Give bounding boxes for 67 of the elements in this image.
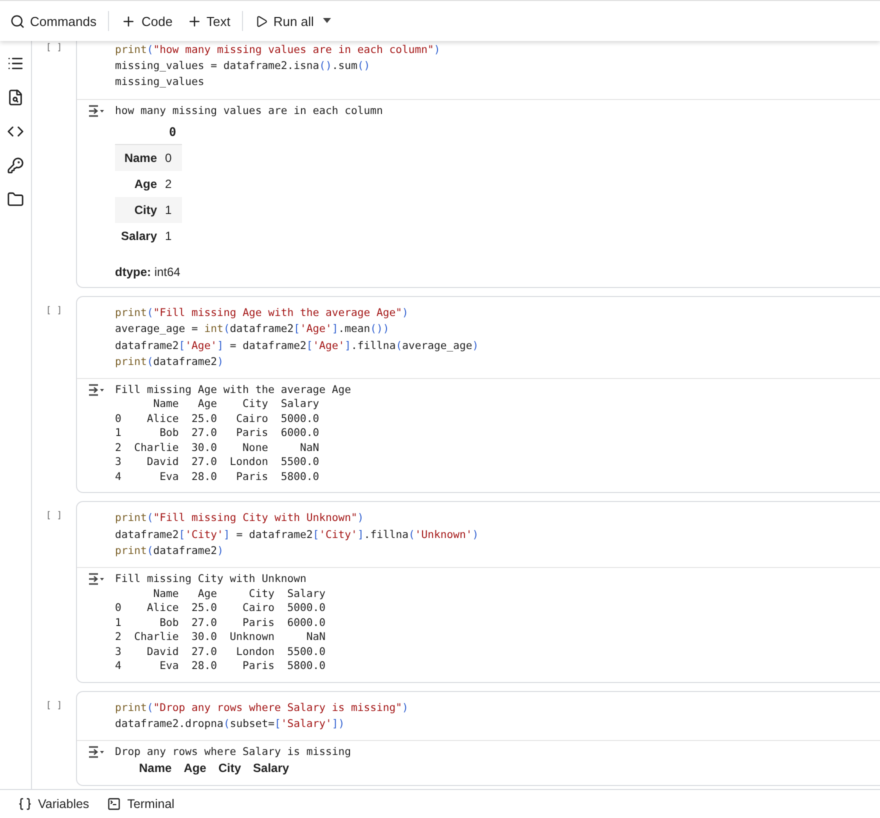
output-line: 4 Eva 28.0 Paris 5800.0 (115, 659, 326, 674)
column-header: Name (138, 760, 173, 778)
output-line: 0 Alice 25.0 Cairo 5000.0 (115, 412, 320, 426)
key-icon[interactable] (7, 157, 24, 174)
output-line: Fill missing Age with the average Age (115, 382, 352, 398)
variables-button[interactable]: Variables (14, 795, 94, 813)
output-line: Drop any rows where Salary is missing (115, 744, 352, 760)
code-line: dataframe2.dropna(subset=['Salary']) (115, 716, 346, 732)
run-cell-bracket[interactable]: [ ] (32, 296, 76, 494)
folder-icon[interactable] (7, 191, 24, 208)
output-line: 4 Eva 28.0 Paris 5800.0 (115, 470, 320, 484)
output-toggle-icon[interactable] (87, 572, 105, 586)
dropdown-caret-icon[interactable] (322, 18, 332, 24)
code-line: missing_values = dataframe2.isna().sum() (115, 59, 372, 74)
output-line: 2 Charlie 30.0 Unknown NaN (115, 630, 326, 645)
column-header: 0 (163, 120, 182, 145)
run-all-button[interactable]: Run all (249, 10, 320, 32)
code-line: print("how many missing values are in each column") (115, 43, 442, 58)
plus-icon (186, 14, 202, 28)
run-cell-bracket[interactable]: [ ] (32, 41, 76, 288)
add-button[interactable]: Text (180, 10, 236, 32)
run-cell-bracket[interactable]: [ ] (32, 501, 76, 683)
row-label: Age (115, 171, 164, 198)
terminal-icon (107, 797, 122, 811)
table-of-contents-icon[interactable] (7, 55, 24, 72)
terminal-button[interactable]: Terminal (103, 795, 178, 813)
code-line: missing_values (115, 75, 206, 90)
code-line: print(dataframe2) (115, 544, 224, 559)
output-toggle-icon[interactable] (87, 104, 105, 118)
braces-icon (18, 797, 32, 811)
table-cell: 1 (163, 197, 182, 224)
output-line: 1 Bob 27.0 Paris 6000.0 (115, 616, 326, 630)
column-header: Age (182, 760, 208, 778)
table-cell: 0 (163, 144, 182, 172)
output-line: 3 David 27.0 London 5500.0 (115, 455, 320, 470)
code-line: average_age = int(dataframe2['Age'].mean()) (115, 322, 390, 338)
commands-button[interactable]: Commands (4, 10, 102, 32)
output-line: 0 Alice 25.0 Cairo 5000.0 (115, 601, 326, 616)
code-line: print("Fill missing City with Unknown") (115, 511, 365, 526)
output-toggle-icon[interactable] (87, 382, 105, 397)
row-label: Salary (115, 223, 164, 250)
output-line: how many missing values are in each column (115, 104, 384, 118)
column-header: City (217, 760, 242, 778)
column-header: Salary (252, 760, 290, 778)
code-line: dataframe2['Age'] = dataframe2['Age'].fillna(average_age) (115, 338, 480, 354)
dtype-label: dtype: int64 (115, 265, 182, 280)
table-cell: 2 (163, 171, 182, 198)
table-cell: 1 (163, 223, 182, 250)
output-line: Name Age City Salary (152, 586, 326, 602)
output-line: 1 Bob 27.0 Paris 6000.0 (115, 426, 320, 441)
search-icon (10, 14, 25, 28)
row-label: City (115, 197, 164, 224)
output-line: Name Age City Salary (152, 397, 320, 412)
code-line: print("Drop any rows where Salary is missing") (115, 700, 410, 716)
code-line: print("Fill missing Age with the average Age") (115, 306, 410, 322)
run-cell-bracket[interactable]: [ ] (32, 690, 76, 786)
add-button[interactable]: Code (115, 10, 179, 32)
find-icon[interactable] (7, 89, 24, 106)
output-line: Fill missing City with Unknown (115, 572, 308, 587)
play-icon (255, 14, 268, 28)
output-toggle-icon[interactable] (87, 744, 105, 759)
plus-icon (121, 14, 136, 28)
code-line: dataframe2['City'] = dataframe2['City'].fillna('Unknown') (115, 528, 480, 543)
output-line: 2 Charlie 30.0 None NaN (115, 440, 320, 456)
output-line: 3 David 27.0 London 5500.0 (115, 644, 326, 660)
code-line: print(dataframe2) (115, 354, 224, 370)
row-label: Name (115, 144, 164, 172)
